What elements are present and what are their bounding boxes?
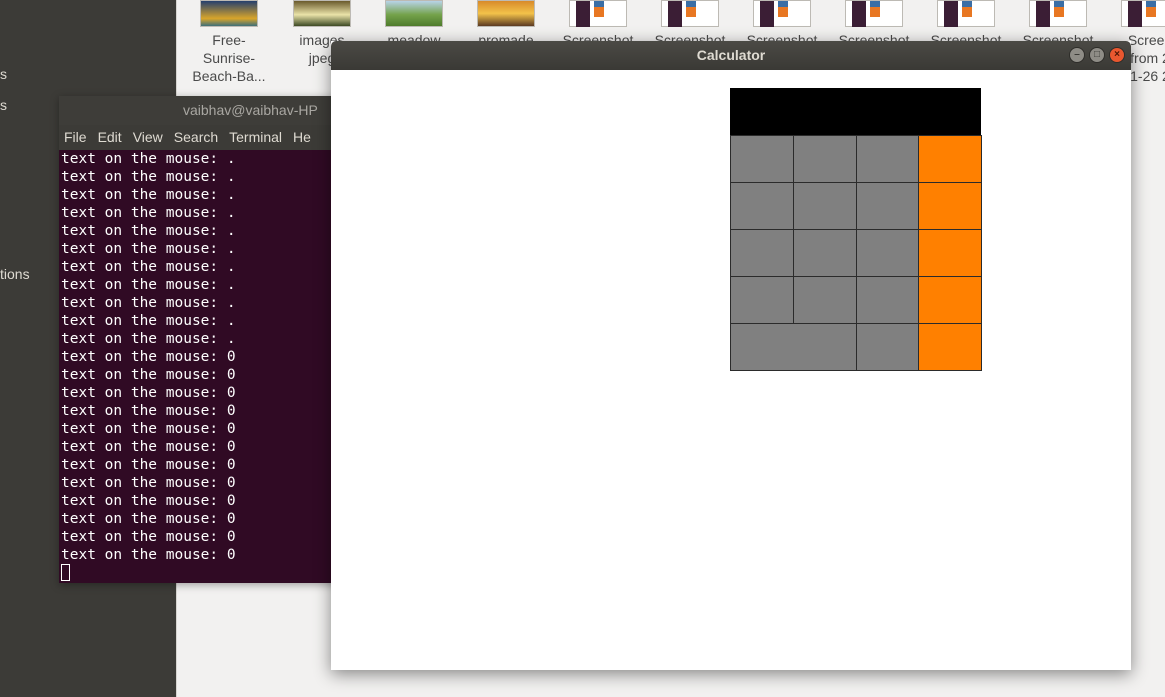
number-key[interactable] [730,323,857,371]
screenshot-thumbnail-icon [569,0,627,27]
terminal-line: text on the mouse: . [61,295,236,311]
terminal-line: text on the mouse: 0 [61,439,236,455]
terminal-cursor [61,564,70,581]
terminal-line: text on the mouse: . [61,151,236,167]
number-key[interactable] [730,229,794,277]
number-key[interactable] [730,182,794,230]
number-key[interactable] [855,182,920,230]
number-key[interactable] [792,276,857,324]
terminal-line: text on the mouse: . [61,331,236,347]
number-key[interactable] [855,135,920,183]
maximize-icon[interactable]: □ [1089,47,1105,63]
terminal-window[interactable]: vaibhav@vaibhav-HP File Edit View Search Ter… [59,96,349,583]
screenshot-thumbnail-icon [661,0,719,27]
terminal-title[interactable]: vaibhav@vaibhav-HP [59,96,349,125]
terminal-line: text on the mouse: 0 [61,403,236,419]
screenshot-thumbnail-icon [845,0,903,27]
sidebar-item-label[interactable]: s [0,66,7,82]
number-key[interactable] [792,135,857,183]
image-thumbnail-icon [385,0,443,27]
terminal-line: text on the mouse: . [61,169,236,185]
terminal-menu-edit[interactable]: Edit [98,129,122,145]
terminal-line: text on the mouse: 0 [61,421,236,437]
terminal-line: text on the mouse: 0 [61,493,236,509]
terminal-line: text on the mouse: . [61,187,236,203]
operator-key[interactable] [918,276,982,324]
terminal-menu-search[interactable]: Search [174,129,218,145]
terminal-line: text on the mouse: 0 [61,367,236,383]
calculator-window: Calculator – □ × [331,41,1131,670]
terminal-menu-view[interactable]: View [133,129,163,145]
terminal-menu-terminal[interactable]: Terminal [229,129,282,145]
number-key[interactable] [855,323,920,371]
screenshot-thumbnail-icon [753,0,811,27]
number-key[interactable] [855,229,920,277]
calculator-titlebar[interactable]: Calculator – □ × [331,41,1131,70]
terminal-menu-file[interactable]: File [64,129,87,145]
terminal-line: text on the mouse: . [61,313,236,329]
number-key[interactable] [730,135,794,183]
terminal-line: text on the mouse: . [61,205,236,221]
terminal-line: text on the mouse: . [61,241,236,257]
terminal-line: text on the mouse: 0 [61,475,236,491]
terminal-line: text on the mouse: 0 [61,547,236,563]
number-key[interactable] [792,182,857,230]
operator-key[interactable] [918,229,982,277]
operator-key[interactable] [918,135,982,183]
terminal-line: text on the mouse: 0 [61,385,236,401]
screenshot-thumbnail-icon [937,0,995,27]
calculator-display [730,88,981,135]
terminal-line: text on the mouse: 0 [61,349,236,365]
desktop-file-icon[interactable]: Free- Sunrise- Beach-Ba... [184,0,274,85]
close-icon[interactable]: × [1109,47,1125,63]
terminal-menu-he[interactable]: He [293,129,311,145]
terminal-line: text on the mouse: 0 [61,511,236,527]
number-key[interactable] [855,276,920,324]
minimize-icon[interactable]: – [1069,47,1085,63]
image-thumbnail-icon [200,0,258,27]
screenshot-thumbnail-icon [1121,0,1165,27]
calculator-body [331,70,1131,670]
screenshot-thumbnail-icon [1029,0,1087,27]
terminal-line: text on the mouse: 0 [61,529,236,545]
number-key[interactable] [730,276,794,324]
terminal-line: text on the mouse: 0 [61,457,236,473]
terminal-line: text on the mouse: . [61,259,236,275]
calculator-title: Calculator [696,47,766,63]
image-thumbnail-icon [477,0,535,27]
sidebar-item-label[interactable]: tions [0,266,30,282]
terminal-menubar: File Edit View Search Terminal He [59,125,349,150]
desktop-file-label: Free- Sunrise- Beach-Ba... [192,32,266,84]
terminal-output[interactable]: text on the mouse: . text on the mouse: .… [59,150,349,564]
operator-key[interactable] [918,182,982,230]
sidebar-item-label[interactable]: s [0,97,7,113]
operator-key[interactable] [918,323,982,371]
terminal-line: text on the mouse: . [61,277,236,293]
number-key[interactable] [792,229,857,277]
terminal-line: text on the mouse: . [61,223,236,239]
image-thumbnail-icon [293,0,351,27]
